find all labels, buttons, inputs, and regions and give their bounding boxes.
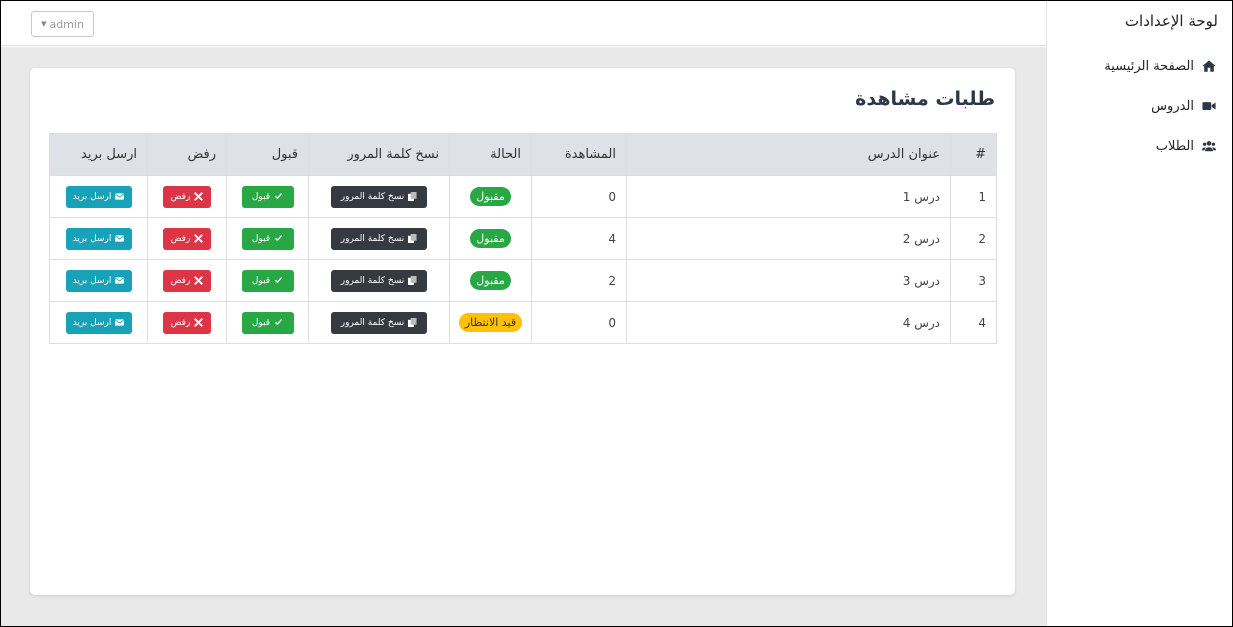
copy-password-label: نسخ كلمة المرور [340, 191, 405, 202]
page-title: طلبات مشاهدة [855, 88, 995, 110]
send-email-label: ارسل بريد [72, 317, 112, 328]
copy-password-button[interactable]: نسخ كلمة المرور [331, 227, 427, 250]
send-email-label: ارسل بريد [72, 191, 112, 202]
reject-button[interactable]: رفض [163, 227, 211, 250]
reject-button[interactable]: رفض [163, 311, 211, 334]
envelope-icon [115, 277, 125, 284]
sidebar-item-students[interactable]: الطلاب [1104, 136, 1216, 156]
accept-label: قبول [251, 233, 271, 244]
views-count: 0 [531, 301, 627, 344]
check-icon [275, 318, 283, 326]
user-menu-label: admin [49, 17, 84, 31]
accept-label: قبول [251, 317, 271, 328]
envelope-icon [115, 193, 125, 200]
requests-table: # عنوان الدرس المشاهدة الحالة نسخ كلمة ا… [49, 133, 997, 344]
check-icon [275, 192, 283, 200]
reject-label: رفض [170, 191, 191, 202]
column-header: الحالة [449, 133, 532, 176]
sidebar-item-label: الدروس [1151, 98, 1194, 114]
reject-label: رفض [170, 233, 191, 244]
copy-password-button[interactable]: نسخ كلمة المرور [331, 311, 427, 334]
column-header: المشاهدة [531, 133, 627, 176]
accept-label: قبول [251, 191, 271, 202]
home-icon [1202, 60, 1216, 72]
copy-icon [408, 276, 417, 285]
lesson-title: درس 4 [626, 301, 951, 344]
column-header: قبول [226, 133, 309, 176]
users-icon [1202, 141, 1216, 152]
copy-password-button[interactable]: نسخ كلمة المرور [331, 185, 427, 208]
reject-button[interactable]: رفض [163, 185, 211, 208]
accept-button[interactable]: قبول [241, 227, 294, 250]
status-badge: مقبول [470, 186, 511, 207]
sidebar-nav: الصفحة الرئيسية الدروس الطلاب [1104, 56, 1216, 176]
lesson-title: درس 1 [626, 175, 951, 218]
requests-card: طلبات مشاهدة # عنوان الدرس المشاهدة الحا… [30, 68, 1015, 595]
accept-button[interactable]: قبول [241, 311, 294, 334]
send-email-button[interactable]: ارسل بريد [65, 269, 132, 292]
table-row: 4 درس 4 0 قيد الانتظار نسخ كلمة المرور ق… [49, 301, 997, 344]
close-icon [194, 318, 204, 327]
accept-label: قبول [251, 275, 271, 286]
send-email-button[interactable]: ارسل بريد [65, 311, 132, 334]
column-header: نسخ كلمة المرور [308, 133, 450, 176]
lesson-title: درس 2 [626, 217, 951, 260]
row-number: 3 [950, 259, 997, 302]
main-content: طلبات مشاهدة # عنوان الدرس المشاهدة الحا… [1, 47, 1046, 626]
status-badge: مقبول [470, 228, 511, 249]
sidebar-item-label: الطلاب [1155, 138, 1194, 154]
top-bar: ▼ admin [1, 1, 1046, 46]
table-header-row: # عنوان الدرس المشاهدة الحالة نسخ كلمة ا… [49, 133, 997, 176]
views-count: 4 [531, 217, 627, 260]
views-count: 0 [531, 175, 627, 218]
status-badge: مقبول [470, 270, 511, 291]
copy-icon [408, 234, 417, 243]
copy-password-label: نسخ كلمة المرور [340, 233, 405, 244]
reject-label: رفض [170, 275, 191, 286]
check-icon [275, 276, 283, 284]
reject-button[interactable]: رفض [163, 269, 211, 292]
views-count: 2 [531, 259, 627, 302]
accept-button[interactable]: قبول [241, 269, 294, 292]
table-row: 3 درس 3 2 مقبول نسخ كلمة المرور قبول رفض… [49, 259, 997, 302]
row-number: 2 [950, 217, 997, 260]
close-icon [194, 276, 204, 285]
brand-title: لوحة الإعدادات [1124, 12, 1218, 30]
column-header: ارسل بريد [49, 133, 148, 176]
check-icon [275, 234, 283, 242]
table-row: 2 درس 2 4 مقبول نسخ كلمة المرور قبول رفض… [49, 217, 997, 260]
video-icon [1202, 102, 1216, 110]
sidebar-item-home[interactable]: الصفحة الرئيسية [1104, 56, 1216, 76]
sidebar-item-lessons[interactable]: الدروس [1104, 96, 1216, 116]
send-email-button[interactable]: ارسل بريد [65, 185, 132, 208]
envelope-icon [115, 235, 125, 242]
column-header: # [950, 133, 997, 176]
copy-password-label: نسخ كلمة المرور [340, 317, 405, 328]
copy-icon [408, 192, 417, 201]
caret-down-icon: ▼ [41, 20, 47, 28]
copy-password-label: نسخ كلمة المرور [340, 275, 405, 286]
envelope-icon [115, 319, 125, 326]
column-header: رفض [147, 133, 227, 176]
lesson-title: درس 3 [626, 259, 951, 302]
user-menu-button[interactable]: ▼ admin [31, 11, 94, 37]
send-email-label: ارسل بريد [72, 275, 112, 286]
table-row: 1 درس 1 0 مقبول نسخ كلمة المرور قبول رفض… [49, 175, 997, 218]
sidebar-item-label: الصفحة الرئيسية [1104, 58, 1194, 74]
column-header: عنوان الدرس [626, 133, 951, 176]
status-badge: قيد الانتظار [458, 312, 523, 333]
sidebar: لوحة الإعدادات الصفحة الرئيسية الدروس ال… [1046, 0, 1232, 627]
copy-password-button[interactable]: نسخ كلمة المرور [331, 269, 427, 292]
row-number: 4 [950, 301, 997, 344]
close-icon [194, 192, 204, 201]
send-email-label: ارسل بريد [72, 233, 112, 244]
accept-button[interactable]: قبول [241, 185, 294, 208]
copy-icon [408, 318, 417, 327]
reject-label: رفض [170, 317, 191, 328]
close-icon [194, 234, 204, 243]
row-number: 1 [950, 175, 997, 218]
send-email-button[interactable]: ارسل بريد [65, 227, 132, 250]
